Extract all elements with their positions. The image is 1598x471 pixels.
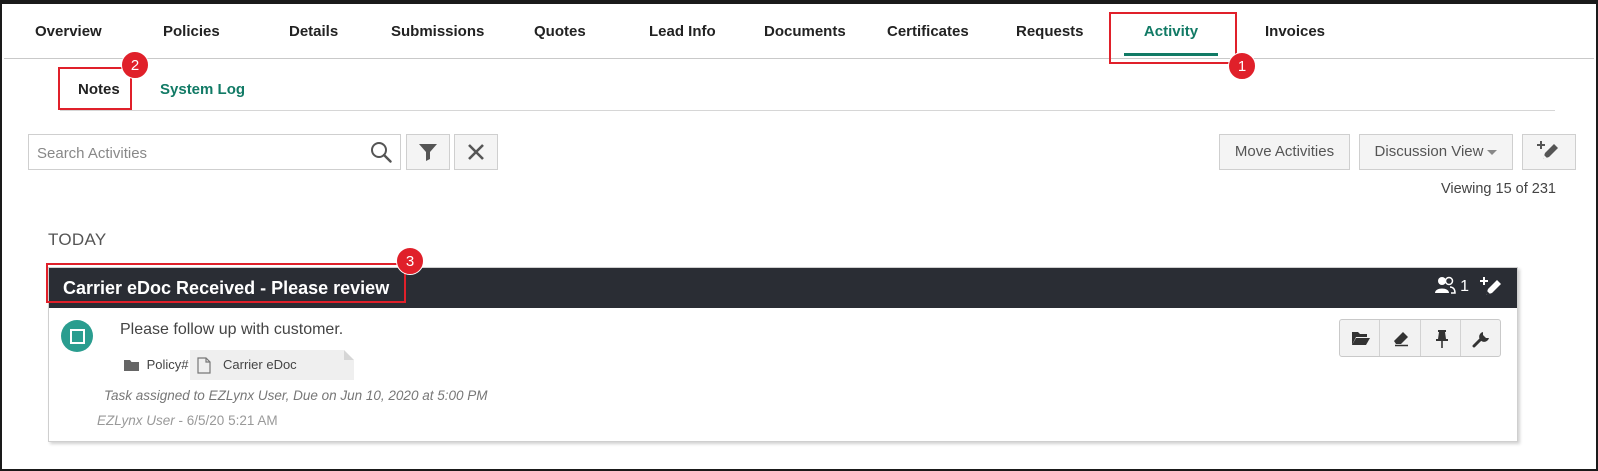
page-fold bbox=[344, 350, 354, 360]
policy-label: Policy# bbox=[146, 357, 189, 372]
attachment-label: Carrier eDoc bbox=[223, 357, 297, 372]
tab-overview[interactable]: Overview bbox=[35, 4, 102, 58]
document-icon bbox=[197, 357, 211, 379]
subtab-system-log[interactable]: System Log bbox=[160, 76, 245, 104]
main-tab-bar: Overview Policies Details Submissions Qu… bbox=[4, 4, 1594, 59]
subtab-divider bbox=[60, 110, 1555, 111]
tab-requests[interactable]: Requests bbox=[1016, 4, 1084, 58]
active-tab-underline bbox=[1124, 53, 1218, 56]
policy-link[interactable]: Policy# bbox=[124, 357, 189, 372]
task-assignment-line: Task assigned to EZLynx User, Due on Jun… bbox=[104, 388, 488, 403]
pencil-plus-icon bbox=[1536, 141, 1562, 160]
activity-actions bbox=[1339, 319, 1501, 357]
new-note-button[interactable] bbox=[1522, 134, 1576, 170]
task-status-checkbox[interactable] bbox=[61, 320, 93, 352]
participant-count: 1 bbox=[1460, 278, 1469, 295]
search-box bbox=[28, 134, 401, 171]
edit-note-button[interactable] bbox=[1380, 320, 1421, 356]
callout-badge-3: 3 bbox=[396, 247, 424, 275]
tab-quotes[interactable]: Quotes bbox=[534, 4, 586, 58]
tab-certificates[interactable]: Certificates bbox=[887, 4, 969, 58]
viewing-count: Viewing 15 of 231 bbox=[1440, 181, 1556, 197]
edit-activity-button[interactable] bbox=[1479, 275, 1505, 306]
tab-submissions[interactable]: Submissions bbox=[391, 4, 484, 58]
activity-card-header[interactable]: Carrier eDoc Received - Please review 1 bbox=[49, 268, 1517, 308]
subtab-notes[interactable]: Notes bbox=[78, 76, 120, 104]
tab-policies[interactable]: Policies bbox=[163, 4, 220, 58]
move-activities-button[interactable]: Move Activities bbox=[1219, 134, 1350, 170]
discussion-view-label: Discussion View bbox=[1374, 143, 1484, 160]
author-name: EZLynx User bbox=[97, 413, 175, 428]
tab-activity-label: Activity bbox=[1143, 23, 1199, 40]
open-folder-button[interactable] bbox=[1340, 320, 1381, 356]
folder-icon bbox=[124, 357, 147, 372]
tab-lead-info[interactable]: Lead Info bbox=[649, 4, 716, 58]
tab-details[interactable]: Details bbox=[289, 4, 338, 58]
pencil-plus-icon bbox=[1479, 277, 1505, 305]
discussion-view-dropdown[interactable]: Discussion View bbox=[1359, 134, 1513, 170]
tab-activity[interactable]: Activity bbox=[1114, 4, 1228, 58]
clear-filter-button[interactable] bbox=[454, 134, 498, 170]
checkbox-square-icon bbox=[70, 329, 85, 344]
callout-badge-2: 2 bbox=[121, 51, 149, 79]
caret-down-icon bbox=[1487, 149, 1498, 155]
callout-badge-1: 1 bbox=[1228, 52, 1256, 80]
note-body: Please follow up with customer. bbox=[120, 321, 344, 338]
activity-title[interactable]: Carrier eDoc Received - Please review bbox=[63, 268, 389, 308]
settings-button[interactable] bbox=[1461, 320, 1500, 356]
users-icon bbox=[1434, 276, 1460, 295]
author-line: EZLynx User - 6/5/20 5:21 AM bbox=[97, 413, 278, 428]
attachment-chip[interactable]: Carrier eDoc bbox=[190, 350, 354, 380]
section-label-today: TODAY bbox=[48, 230, 107, 249]
timestamp: - 6/5/20 5:21 AM bbox=[174, 413, 278, 428]
search-input[interactable] bbox=[35, 135, 359, 171]
tab-documents[interactable]: Documents bbox=[764, 4, 846, 58]
search-icon[interactable] bbox=[370, 141, 392, 163]
tab-invoices[interactable]: Invoices bbox=[1265, 4, 1325, 58]
participants-indicator[interactable]: 1 bbox=[1434, 276, 1469, 296]
pin-button[interactable] bbox=[1421, 320, 1461, 356]
filter-button[interactable] bbox=[406, 134, 450, 170]
activity-card: Carrier eDoc Received - Please review 1 … bbox=[48, 267, 1518, 442]
